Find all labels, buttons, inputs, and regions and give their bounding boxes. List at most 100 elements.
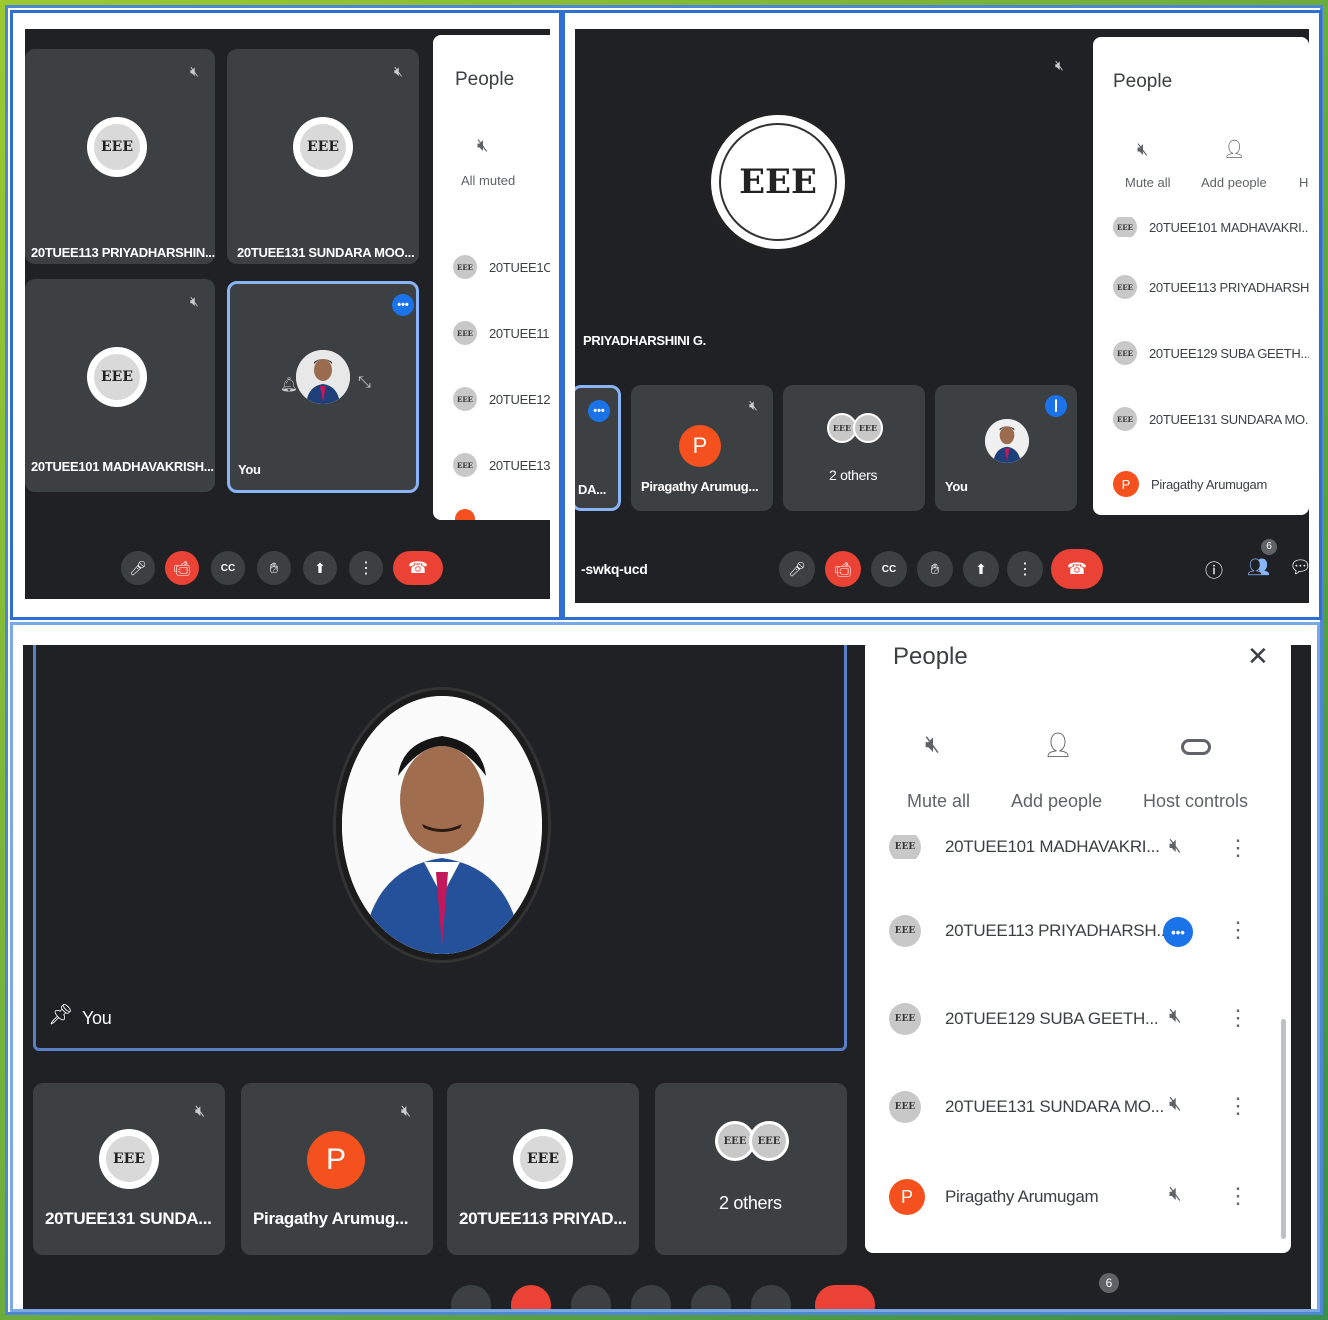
end-call-button[interactable]: ☎︎ xyxy=(1051,549,1103,589)
participant-row-name: 20TUEE113 PRIYADHARSH... xyxy=(1149,279,1309,295)
mute-all-icon[interactable]: 🔇︎ xyxy=(925,731,940,759)
participant-name: 20TUEE131 SUNDARA MOO... xyxy=(237,245,415,260)
add-people-icon[interactable]: 👤︎ xyxy=(1043,731,1073,760)
present-button[interactable]: ⬆ xyxy=(303,551,337,585)
self-tile[interactable]: ┃ You xyxy=(935,385,1077,511)
people-panel: People 🔇︎ All muted EEE 20TUEE1C EEE 20TUE… xyxy=(433,35,550,520)
mute-all-icon[interactable]: 🔇︎ xyxy=(1137,139,1148,160)
participant-tile[interactable]: 🔇︎ P Piragathy Arumug... xyxy=(631,385,773,511)
mic-off-icon: 🔇︎ xyxy=(190,63,199,79)
end-call-button[interactable]: ☎︎ xyxy=(393,551,443,585)
people-title: People xyxy=(1113,71,1173,92)
mic-button[interactable]: 🎤︎ xyxy=(121,551,155,585)
host-controls-label[interactable]: Host controls xyxy=(1143,791,1248,812)
more-options-button[interactable] xyxy=(751,1285,791,1309)
more-options-button[interactable]: ⋮ xyxy=(1007,551,1043,587)
raise-hand-button[interactable] xyxy=(631,1285,671,1309)
participant-row[interactable]: P Piragathy Arumugam xyxy=(889,1179,1099,1215)
more-options-button[interactable]: ⋮ xyxy=(349,551,383,585)
speaking-indicator-icon: ┃ xyxy=(1045,395,1067,417)
present-button[interactable]: ⬆ xyxy=(963,551,999,587)
participant-name: Piragathy Arumug... xyxy=(253,1209,409,1228)
mute-all-label[interactable]: Mute all xyxy=(1125,175,1171,190)
self-main-tile[interactable]: 📌︎ You xyxy=(33,645,847,1051)
eee-logo-icon: EEE xyxy=(749,1121,789,1161)
people-title: People xyxy=(455,69,515,90)
more-options-icon[interactable]: ••• xyxy=(392,294,414,316)
camera-off-button[interactable]: 📹︎ xyxy=(825,551,861,587)
eee-logo-icon: EEE xyxy=(1113,217,1137,237)
raise-hand-button[interactable]: ✋︎ xyxy=(917,551,953,587)
participant-row-name: Piragathy Arumugam xyxy=(945,1187,1099,1206)
row-more-icon[interactable]: ⋮ xyxy=(1227,917,1249,943)
participant-tile[interactable]: EEE 20TUEE113 PRIYAD... xyxy=(447,1083,639,1255)
mic-off-icon: 🔇︎ xyxy=(401,1103,412,1120)
more-options-icon[interactable]: ••• xyxy=(588,400,610,422)
participant-name: You xyxy=(238,462,261,477)
meeting-code: -swkq-ucd xyxy=(581,561,648,577)
participant-row[interactable]: EEE 20TUEE129 SUBA GEETH... xyxy=(1113,341,1309,365)
add-people-label[interactable]: Add people xyxy=(1011,791,1102,812)
row-more-icon[interactable]: ⋮ xyxy=(1227,835,1249,861)
captions-button[interactable]: CC xyxy=(211,551,245,585)
row-more-icon[interactable]: ⋮ xyxy=(1227,1183,1249,1209)
toggle-icon[interactable] xyxy=(1181,739,1211,755)
pin-icon[interactable]: 📌︎ xyxy=(48,1002,73,1027)
row-more-icon[interactable]: ⋮ xyxy=(1227,1093,1249,1119)
participant-tile[interactable]: ••• DA... xyxy=(575,385,621,511)
participant-row[interactable]: EEE 20TUEE101 MADHAVAKRI... xyxy=(889,835,1249,859)
mic-button[interactable]: 🎤︎ xyxy=(779,551,815,587)
participant-row[interactable]: P Piragathy Arumugam xyxy=(1113,471,1267,497)
present-button[interactable] xyxy=(691,1285,731,1309)
add-people-label[interactable]: Add people xyxy=(1201,175,1267,190)
participant-row[interactable]: EEE 20TUEE1C xyxy=(453,255,550,279)
participant-row-name: 20TUEE131 SUNDARA MO... xyxy=(945,1097,1164,1116)
participant-tile[interactable]: 🔇︎ EEE 20TUEE113 PRIYADHARSHIN... xyxy=(25,49,215,264)
mic-button[interactable] xyxy=(451,1285,491,1309)
host-controls-label-partial[interactable]: H xyxy=(1299,175,1308,190)
participant-row[interactable]: EEE 20TUEE113 PRIYADHARSH... xyxy=(1113,275,1309,299)
participant-row[interactable]: EEE 20TUEE101 MADHAVAKRI... xyxy=(1113,217,1309,237)
participant-row[interactable]: EEE 20TUEE13 xyxy=(453,453,550,477)
add-people-icon[interactable]: 👤︎ xyxy=(1223,139,1246,160)
camera-off-button[interactable] xyxy=(511,1285,551,1309)
participant-tile[interactable]: EEE EEE 2 others xyxy=(783,385,925,511)
info-icon[interactable]: ⓘ xyxy=(1205,557,1223,583)
panel-bottom: 📌︎ You 🔇︎ EEE 20TUEE131 SUNDA... 🔇︎ P Pi… xyxy=(10,622,1320,1312)
chat-icon[interactable]: 💬︎ xyxy=(1289,557,1309,578)
participant-row[interactable]: EEE 20TUEE131 SUNDARA MO... xyxy=(1113,407,1309,431)
more-options-icon[interactable]: ••• xyxy=(1163,917,1193,947)
participant-row[interactable]: EEE 20TUEE12 xyxy=(453,387,550,411)
meet-window: 🔇︎ EEE PRIYADHARSHINI G. ••• DA... 🔇︎ P … xyxy=(575,29,1309,603)
panel-top-right: 🔇︎ EEE PRIYADHARSHINI G. ••• DA... 🔇︎ P … xyxy=(562,10,1322,620)
captions-button[interactable]: CC xyxy=(871,551,907,587)
participant-row[interactable]: EEE 20TUEE11 xyxy=(453,321,550,345)
raise-hand-button[interactable]: ✋︎ xyxy=(257,551,291,585)
self-tile[interactable]: ••• 🔔︎ ⤡ You xyxy=(227,281,419,493)
end-call-button[interactable] xyxy=(815,1285,875,1309)
row-more-icon[interactable]: ⋮ xyxy=(1227,1005,1249,1031)
captions-button[interactable] xyxy=(571,1285,611,1309)
participant-row[interactable]: EEE 20TUEE131 SUNDARA MO... xyxy=(889,1091,1164,1123)
mic-off-icon: 🔇︎ xyxy=(1169,1005,1182,1027)
mute-all-label[interactable]: Mute all xyxy=(907,791,970,812)
participant-tile[interactable]: 🔇︎ P Piragathy Arumug... xyxy=(241,1083,433,1255)
participant-tile[interactable]: EEE EEE 2 others xyxy=(655,1083,847,1255)
people-title: People xyxy=(893,645,968,670)
participant-row[interactable]: EEE 20TUEE113 PRIYADHARSH... xyxy=(889,915,1170,947)
close-icon[interactable]: ✕ xyxy=(1247,645,1269,672)
participant-name: 20TUEE101 MADHAVAKRISH... xyxy=(31,459,214,474)
camera-off-button[interactable]: 📹︎ xyxy=(165,551,199,585)
participant-count-badge: 6 xyxy=(1099,1273,1119,1293)
eee-logo-icon: EEE xyxy=(453,453,477,477)
participant-row[interactable]: EEE 20TUEE129 SUBA GEETH... xyxy=(889,1003,1159,1035)
participant-tile[interactable]: 🔇︎ EEE 20TUEE131 SUNDA... xyxy=(33,1083,225,1255)
participant-name: You xyxy=(82,1008,112,1028)
participant-tile[interactable]: 🔇︎ EEE 20TUEE131 SUNDARA MOO... xyxy=(227,49,419,264)
participant-row-name: 20TUEE101 MADHAVAKRI... xyxy=(1149,219,1309,235)
minimize-icon[interactable]: ⤡ xyxy=(358,374,371,392)
people-icon[interactable]: 👥︎ xyxy=(1247,557,1270,578)
eee-logo-avatar: EEE xyxy=(513,1129,573,1189)
participant-tile[interactable]: 🔇︎ EEE 20TUEE101 MADHAVAKRISH... xyxy=(25,279,215,492)
scrollbar[interactable] xyxy=(1281,1019,1286,1239)
